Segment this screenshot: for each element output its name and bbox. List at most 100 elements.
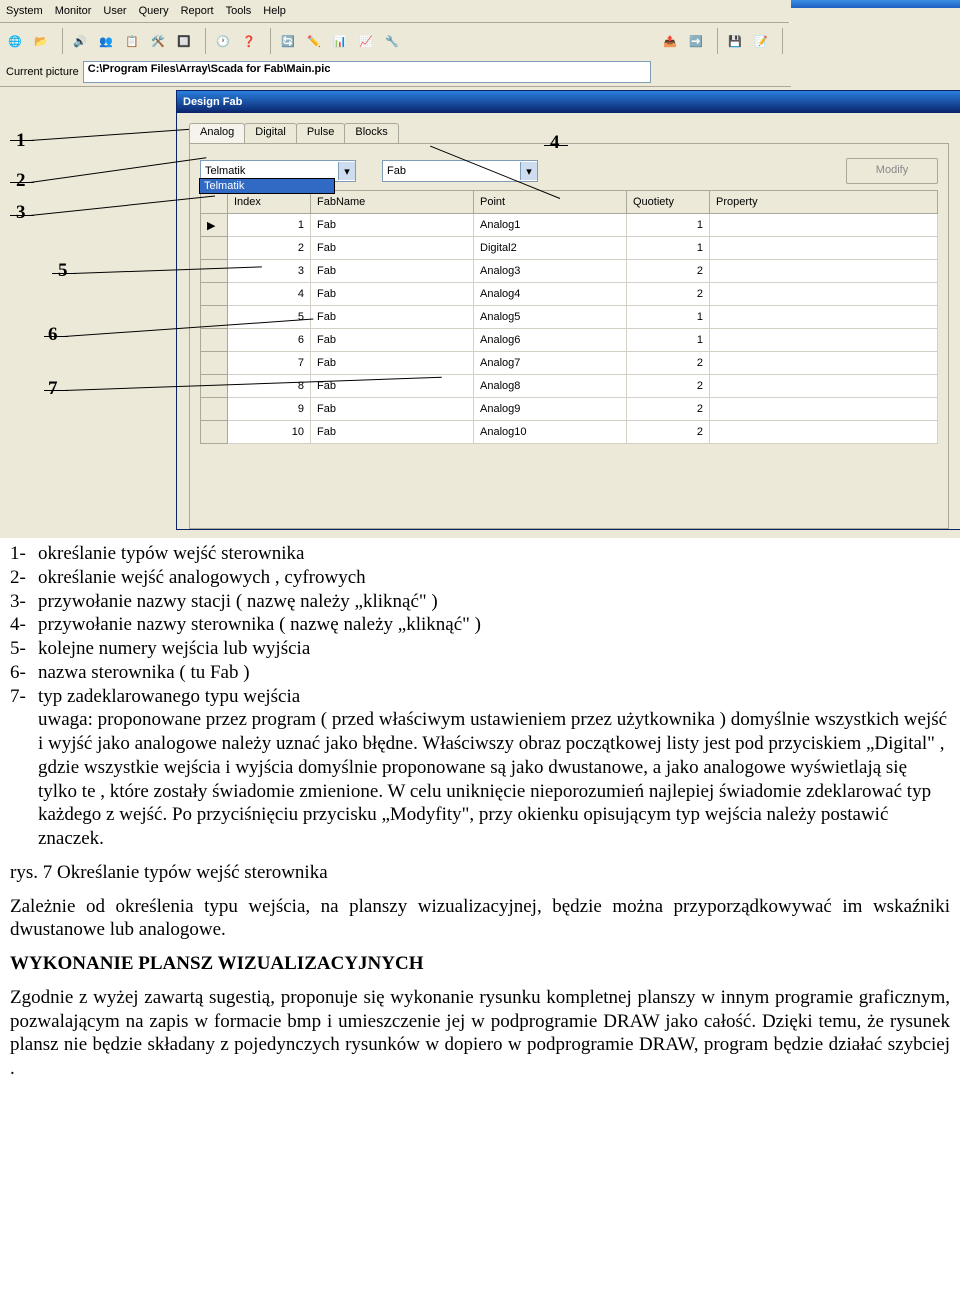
row-selector[interactable] [201,398,228,421]
cell-fabname[interactable]: Fab [311,329,474,352]
cell-property[interactable] [710,421,938,444]
cell-point[interactable]: Analog9 [474,398,627,421]
cell-quotiety[interactable]: 2 [627,260,710,283]
cell-fabname[interactable]: Fab [311,260,474,283]
cell-property[interactable] [710,237,938,260]
cell-index[interactable]: 2 [228,237,311,260]
tool-refresh-icon[interactable]: 🔄 [277,30,299,52]
cell-quotiety[interactable]: 1 [627,329,710,352]
cell-quotiety[interactable]: 2 [627,398,710,421]
tool-clock-icon[interactable]: 🕐 [212,30,234,52]
cell-index[interactable]: 8 [228,375,311,398]
row-selector[interactable] [201,421,228,444]
cell-quotiety[interactable]: 2 [627,421,710,444]
table-row[interactable]: 10FabAnalog102 [201,421,938,444]
col-quotiety[interactable]: Quotiety [627,191,710,214]
cell-point[interactable]: Analog5 [474,306,627,329]
table-row[interactable]: 9FabAnalog92 [201,398,938,421]
cell-point[interactable]: Analog1 [474,214,627,237]
cell-index[interactable]: 4 [228,283,311,306]
tab-digital[interactable]: Digital [244,123,297,143]
tool-help-icon[interactable]: ❓ [238,30,260,52]
cell-point[interactable]: Analog6 [474,329,627,352]
cell-fabname[interactable]: Fab [311,352,474,375]
menu-tools[interactable]: Tools [226,5,252,17]
table-row[interactable]: 4FabAnalog42 [201,283,938,306]
cell-fabname[interactable]: Fab [311,421,474,444]
cell-point[interactable]: Analog3 [474,260,627,283]
station-dropdown-list[interactable]: Telmatik [199,178,335,194]
cell-property[interactable] [710,283,938,306]
cell-point[interactable]: Analog7 [474,352,627,375]
cell-quotiety[interactable]: 2 [627,375,710,398]
cell-index[interactable]: 5 [228,306,311,329]
tool-export-icon[interactable]: 📤 [659,30,681,52]
cell-quotiety[interactable]: 1 [627,306,710,329]
cell-property[interactable] [710,398,938,421]
cell-fabname[interactable]: Fab [311,398,474,421]
cell-property[interactable] [710,260,938,283]
cell-index[interactable]: 6 [228,329,311,352]
tab-pulse[interactable]: Pulse [296,123,346,143]
row-selector[interactable]: ▶ [201,214,228,237]
tool-settings-icon[interactable]: 🛠️ [147,30,169,52]
modify-button[interactable]: Modify [846,158,938,184]
tab-analog[interactable]: Analog [189,123,245,143]
cell-point[interactable]: Analog8 [474,375,627,398]
cell-point[interactable]: Analog4 [474,283,627,306]
tool-sound-icon[interactable]: 🔊 [69,30,91,52]
row-selector[interactable] [201,283,228,306]
cell-property[interactable] [710,306,938,329]
menu-monitor[interactable]: Monitor [55,5,92,17]
table-row[interactable]: 7FabAnalog72 [201,352,938,375]
station-option-telmatik[interactable]: Telmatik [200,179,334,193]
cell-quotiety[interactable]: 1 [627,237,710,260]
tool-open-icon[interactable]: 📂 [30,30,52,52]
tool-notes-icon[interactable]: 📝 [750,30,772,52]
cell-index[interactable]: 7 [228,352,311,375]
cell-index[interactable]: 3 [228,260,311,283]
table-row[interactable]: 8FabAnalog82 [201,375,938,398]
cell-fabname[interactable]: Fab [311,214,474,237]
tool-globe-icon[interactable]: 🌐 [4,30,26,52]
tab-blocks[interactable]: Blocks [344,123,398,143]
cell-point[interactable]: Analog10 [474,421,627,444]
cell-fabname[interactable]: Fab [311,237,474,260]
row-selector[interactable] [201,352,228,375]
cell-point[interactable]: Digital2 [474,237,627,260]
cell-quotiety[interactable]: 2 [627,352,710,375]
row-selector[interactable] [201,237,228,260]
cell-property[interactable] [710,375,938,398]
tool-chart-icon[interactable]: 📈 [355,30,377,52]
tool-save-icon[interactable]: 💾 [724,30,746,52]
cell-fabname[interactable]: Fab [311,283,474,306]
tool-report-icon[interactable]: 📋 [121,30,143,52]
cell-index[interactable]: 1 [228,214,311,237]
cell-property[interactable] [710,352,938,375]
row-selector[interactable] [201,260,228,283]
menu-system[interactable]: System [6,5,43,17]
row-selector[interactable] [201,329,228,352]
tool-board-icon[interactable]: 📊 [329,30,351,52]
cell-property[interactable] [710,214,938,237]
tool-misc-icon[interactable]: 🔧 [381,30,403,52]
col-property[interactable]: Property [710,191,938,214]
menu-user[interactable]: User [103,5,126,17]
table-row[interactable]: 3FabAnalog32 [201,260,938,283]
cell-fabname[interactable]: Fab [311,306,474,329]
cell-index[interactable]: 9 [228,398,311,421]
menu-report[interactable]: Report [181,5,214,17]
cell-quotiety[interactable]: 1 [627,214,710,237]
cell-quotiety[interactable]: 2 [627,283,710,306]
tool-chip-icon[interactable]: 🔲 [173,30,195,52]
cell-property[interactable] [710,329,938,352]
tool-arrow-right-icon[interactable]: ➡️ [685,30,707,52]
menu-query[interactable]: Query [139,5,169,17]
table-row[interactable]: ▶1FabAnalog11 [201,214,938,237]
station-dropdown[interactable]: Telmatik ▾ Telmatik [200,160,356,182]
tool-user-icon[interactable]: 👥 [95,30,117,52]
table-row[interactable]: 6FabAnalog61 [201,329,938,352]
table-row[interactable]: 2FabDigital21 [201,237,938,260]
menu-help[interactable]: Help [263,5,286,17]
table-row[interactable]: 5FabAnalog51 [201,306,938,329]
